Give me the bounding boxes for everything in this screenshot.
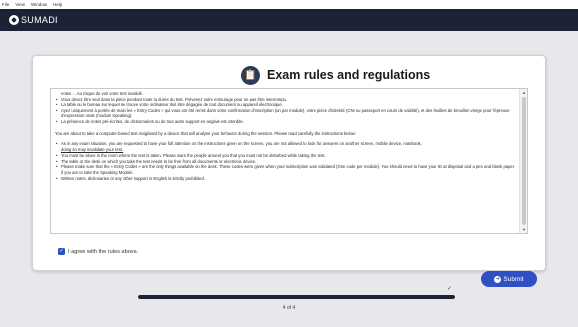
rules-list-en: As in any exam situation, you are reques… xyxy=(55,141,516,181)
list-item: La présence de notes pré-écrites, de dic… xyxy=(55,119,516,125)
menu-help[interactable]: Help xyxy=(53,0,62,9)
submit-label: Submit xyxy=(503,275,524,283)
progress-bar xyxy=(138,295,455,299)
rule-warning: doing so may invalidate your test. xyxy=(61,146,124,152)
agree-label[interactable]: I agree with the rules above. xyxy=(68,249,138,255)
rules-content: notes ... Au risque de voir votre test i… xyxy=(51,89,520,233)
rules-scrollbar[interactable]: ▲ ▼ xyxy=(519,89,527,233)
page-title: Exam rules and regulations xyxy=(267,68,431,82)
checkmark-icon: ✓ xyxy=(447,286,453,292)
scroll-up-arrow-icon[interactable]: ▲ xyxy=(521,90,527,95)
list-item: Ayez uniquement à portée de main les « E… xyxy=(55,108,516,119)
submit-button[interactable]: ➜ Submit xyxy=(481,271,537,287)
rules-card: 📋 Exam rules and regulations notes ... A… xyxy=(32,55,546,287)
list-item: Please make sure that the « Entry Codes … xyxy=(55,164,516,175)
rules-scroll-box[interactable]: notes ... Au risque de voir votre test i… xyxy=(50,88,528,234)
agree-row[interactable]: ✓ I agree with the rules above. xyxy=(58,248,138,255)
scroll-down-arrow-icon[interactable]: ▼ xyxy=(521,227,527,232)
sumadi-logo-icon xyxy=(9,15,19,25)
logo-text: SUMADI xyxy=(21,15,58,25)
checkmark-icon: ✓ xyxy=(59,248,64,254)
agree-checkbox[interactable]: ✓ xyxy=(58,248,65,255)
list-item: Written notes, dictionaries or any other… xyxy=(55,176,516,182)
menu-view[interactable]: View xyxy=(15,0,25,9)
menu-bar: File View Window Help xyxy=(0,0,578,9)
progress-fill xyxy=(138,295,455,299)
rules-intro: You are about to take a computer-based t… xyxy=(55,130,357,136)
list-item: You must be alone in the room where the … xyxy=(55,153,516,159)
arrow-right-icon: ➜ xyxy=(494,275,502,283)
scroll-thumb[interactable] xyxy=(522,97,526,225)
menu-window[interactable]: Window xyxy=(31,0,47,9)
app-header: SUMADI xyxy=(0,9,578,31)
menu-file[interactable]: File xyxy=(2,0,9,9)
rules-list-fr: notes ... Au risque de voir votre test i… xyxy=(55,91,516,125)
list-item: As in any exam situation, you are reques… xyxy=(55,141,516,152)
rule-text: As in any exam situation, you are reques… xyxy=(61,141,422,147)
progress-label: 4 of 4 xyxy=(282,305,296,311)
list-item: The table or the desk on which you take … xyxy=(55,159,516,165)
exam-clipboard-icon: 📋 xyxy=(241,66,260,85)
